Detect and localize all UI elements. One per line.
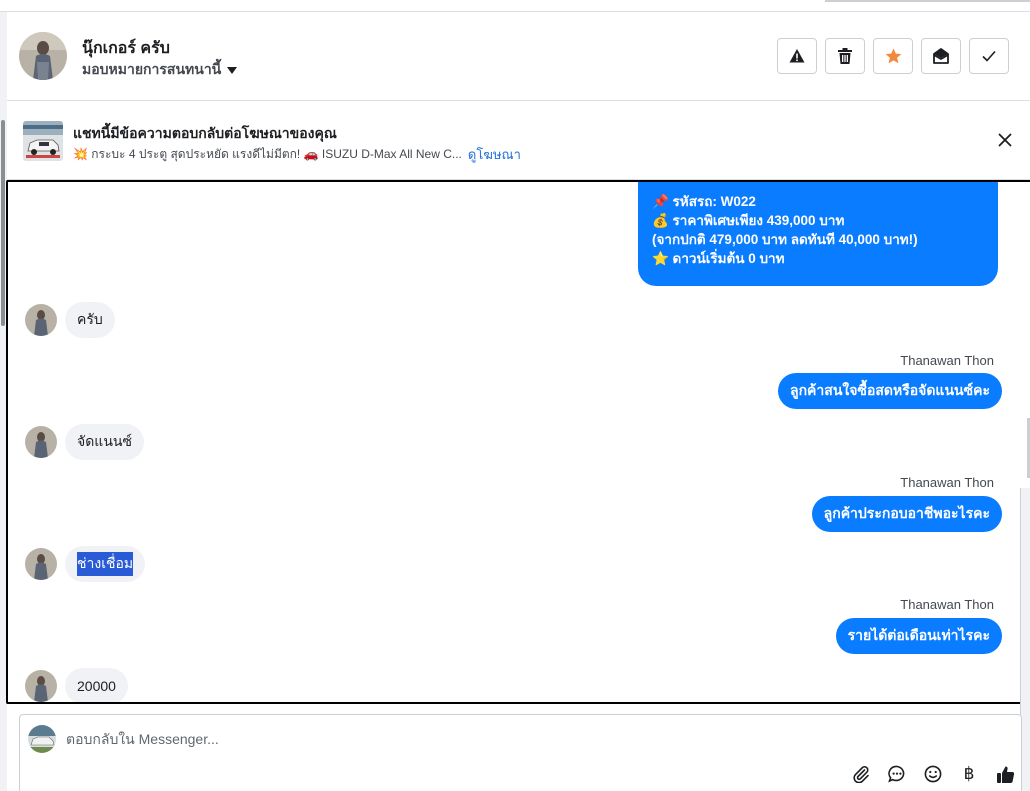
incoming-message: 20000 (65, 668, 128, 702)
contact-avatar-small[interactable] (25, 670, 57, 702)
assign-conversation-dropdown[interactable]: มอบหมายการสนทนานี้ (82, 59, 238, 81)
incoming-message: จัดแนนซ์ (65, 424, 144, 460)
ad-text: 💥 กระบะ 4 ประตู สุดประหยัด แรงดีไม่มีตก!… (73, 147, 462, 161)
ad-banner-title: แชทนี้มีข้อความตอบกลับต่อโฆษณาของคุณ (73, 125, 337, 141)
like-button[interactable] (994, 763, 1016, 785)
selected-text: ช่างเชื่อม (77, 552, 134, 576)
sender-name: Thanawan Thon (900, 597, 994, 612)
incoming-message: ครับ (65, 302, 115, 338)
sender-name: Thanawan Thon (900, 475, 994, 490)
view-ad-link[interactable]: ดูโฆษณา (468, 144, 521, 165)
contact-avatar-small[interactable] (25, 426, 57, 458)
baht-icon: ฿ (963, 764, 975, 783)
page-avatar (28, 725, 56, 753)
close-icon[interactable] (996, 131, 1014, 149)
mark-done-button[interactable] (969, 38, 1009, 74)
conversation-header: นุ๊กเกอร์ ครับ มอบหมายการสนทนานี้ (7, 12, 1030, 101)
delete-button[interactable] (825, 38, 865, 74)
mark-unread-button[interactable] (921, 38, 961, 74)
composer-tools: ฿ (850, 763, 1016, 785)
outgoing-message: รายได้ต่อเดือนเท่าไรคะ (835, 618, 1002, 654)
warning-icon (789, 49, 805, 63)
top-strip (0, 0, 1030, 12)
ad-banner-line: 💥 กระบะ 4 ประตู สุดประหยัด แรงดีไม่มีตก!… (73, 144, 521, 165)
ad-reply-banner: แชทนี้มีข้อความตอบกลับต่อโฆษณาของคุณ 💥 ก… (7, 101, 1030, 180)
left-scrollbar-thumb[interactable] (1, 120, 5, 326)
ad-reply-message: 📌 รหัสรถ: W022 💰 ราคาพิเศษเพียง 439,000 … (638, 182, 998, 286)
contact-name: นุ๊กเกอร์ ครับ (82, 40, 170, 57)
assign-label: มอบหมายการสนทนานี้ (82, 61, 222, 77)
star-icon (885, 48, 901, 64)
sender-name: Thanawan Thon (900, 353, 994, 368)
tab-edge (825, 0, 1030, 2)
emoji-button[interactable] (922, 763, 944, 785)
payment-button[interactable]: ฿ (958, 763, 980, 785)
caret-down-icon (227, 66, 238, 74)
smiley-icon (924, 765, 942, 783)
message-line: ⭐ ดาวน์เริ่มต้น 0 บาท (652, 251, 785, 266)
contact-avatar[interactable] (19, 32, 67, 80)
thumbs-up-icon (996, 765, 1014, 783)
incoming-message: ช่างเชื่อม (65, 546, 146, 582)
message-thread[interactable]: 📌 รหัสรถ: W022 💰 ราคาพิเศษเพียง 439,000 … (6, 180, 1030, 704)
outgoing-message: ลูกค้าประกอบอาชีพอะไรคะ (811, 496, 1002, 532)
chat-bubble-icon (888, 765, 905, 783)
attach-button[interactable] (850, 763, 872, 785)
outgoing-message: ลูกค้าสนใจซื้อสดหรือจัดแนนซ์คะ (778, 373, 1002, 409)
paperclip-icon (853, 766, 869, 783)
checkmark-icon (982, 50, 996, 62)
message-line: (จากปกติ 479,000 บาท ลดทันที 40,000 บาท!… (652, 232, 918, 247)
contact-avatar-small[interactable] (25, 548, 57, 580)
contact-avatar-small[interactable] (25, 304, 57, 336)
ad-thumbnail[interactable] (23, 121, 63, 161)
trash-icon (838, 48, 852, 64)
message-input[interactable] (66, 728, 966, 750)
message-line: 💰 ราคาพิเศษเพียง 439,000 บาท (652, 213, 845, 228)
open-envelope-icon (933, 48, 949, 64)
header-actions (777, 38, 1009, 74)
star-button[interactable] (873, 38, 913, 74)
message-line: 📌 รหัสรถ: W022 (652, 194, 756, 209)
mark-spam-button[interactable] (777, 38, 817, 74)
saved-replies-button[interactable] (886, 763, 908, 785)
reply-composer: ฿ (19, 714, 1022, 791)
